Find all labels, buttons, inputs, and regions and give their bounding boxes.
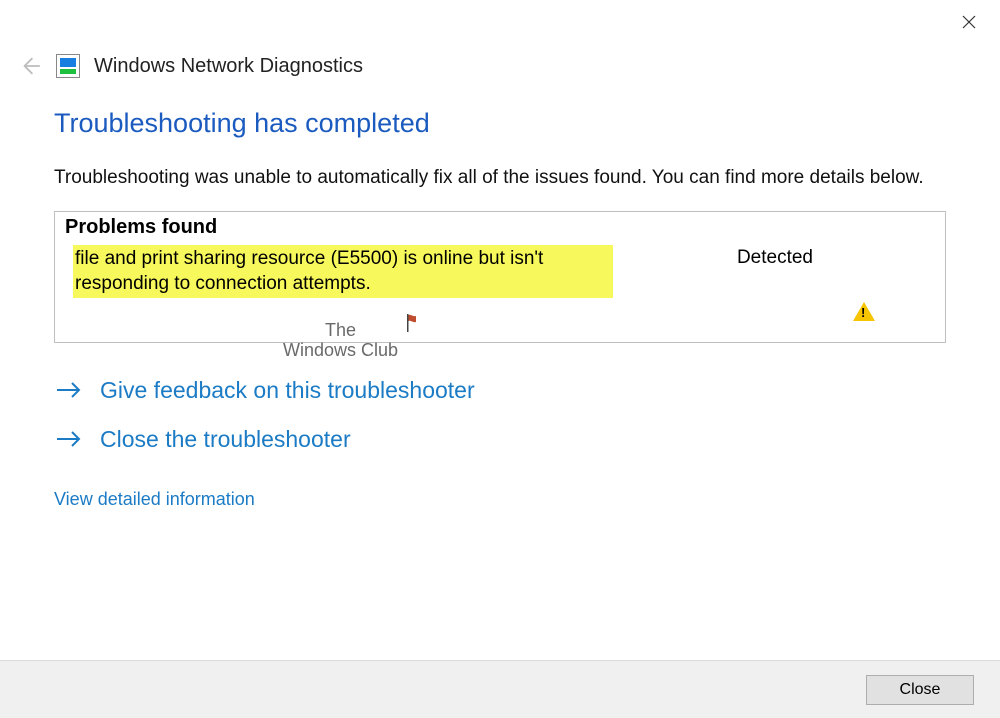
problems-heading: Problems found: [55, 212, 945, 241]
warning-icon: [853, 302, 875, 321]
window-title: Windows Network Diagnostics: [94, 55, 363, 78]
page-title: Troubleshooting has completed: [54, 108, 946, 139]
give-feedback-label: Give feedback on this troubleshooter: [100, 377, 475, 404]
problem-description: file and print sharing resource (E5500) …: [73, 245, 613, 298]
watermark-line1: The: [325, 320, 356, 340]
header: Windows Network Diagnostics: [0, 54, 1000, 78]
close-troubleshooter-link[interactable]: Close the troubleshooter: [54, 426, 946, 453]
troubleshooter-window: Windows Network Diagnostics Troubleshoot…: [0, 0, 1000, 718]
footer-bar: Close: [0, 660, 1000, 718]
close-icon[interactable]: [952, 8, 986, 36]
problem-row: file and print sharing resource (E5500) …: [55, 241, 945, 298]
give-feedback-link[interactable]: Give feedback on this troubleshooter: [54, 377, 946, 404]
watermark: The Windows Club: [283, 320, 398, 361]
summary-text: Troubleshooting was unable to automatica…: [54, 165, 946, 191]
network-diagnostics-icon: [56, 54, 80, 78]
close-troubleshooter-label: Close the troubleshooter: [100, 426, 351, 453]
flag-icon: [407, 314, 421, 337]
actions-list: Give feedback on this troubleshooter Clo…: [54, 377, 946, 453]
back-arrow-icon[interactable]: [18, 54, 42, 78]
watermark-line2: Windows Club: [283, 340, 398, 360]
view-detailed-info-link[interactable]: View detailed information: [54, 489, 946, 510]
problems-found-box: Problems found file and print sharing re…: [54, 211, 946, 343]
content-area: Troubleshooting has completed Troublesho…: [54, 108, 946, 510]
problem-status: Detected: [737, 245, 933, 269]
arrow-right-icon: [54, 378, 84, 402]
arrow-right-icon: [54, 427, 84, 451]
close-button[interactable]: Close: [866, 675, 974, 705]
